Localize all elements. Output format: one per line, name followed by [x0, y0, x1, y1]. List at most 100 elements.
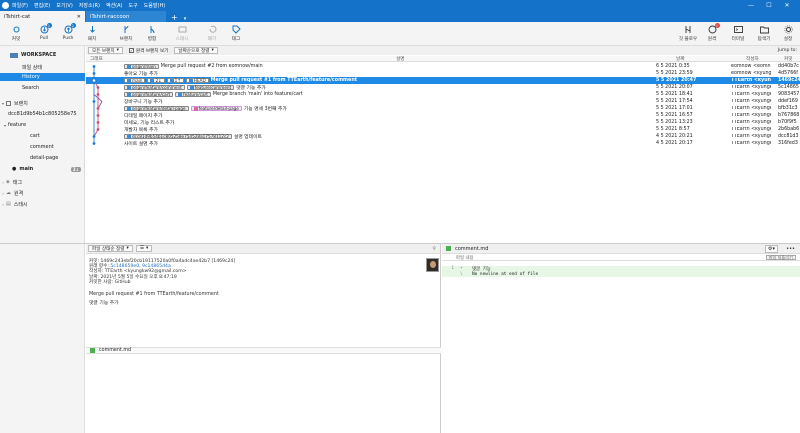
graph-commit-dot[interactable] — [96, 121, 100, 124]
search-icon[interactable]: ⚲ — [432, 246, 436, 252]
diff-line[interactable]: \ No newline at end of file — [442, 271, 800, 277]
branch-ref-label[interactable]: 2↓ — [147, 77, 165, 84]
branch-ref-label[interactable]: main — [124, 77, 146, 84]
terminal-button[interactable]: 터미널 — [726, 25, 750, 42]
commit-row[interactable]: 디테일 페이지 추가 5 5 2021 16:57 TTEarth <kyungkw… — [86, 112, 800, 119]
graph-commit-dot[interactable] — [92, 72, 96, 75]
remote-button[interactable]: ! 원격 — [700, 23, 724, 42]
commit-hash: b70f9f5 — [778, 120, 797, 125]
branch-ref-label[interactable]: origin/feature/cart — [124, 91, 174, 98]
sidebar-item-branch-detail-page[interactable]: detail-page — [0, 154, 85, 162]
maximize-icon[interactable]: ☐ — [760, 2, 778, 9]
workspace-label: WORKSPACE — [21, 52, 57, 58]
commit-row[interactable]: dcc81d9b54b1c805258e754528a17578112c2 설명 … — [86, 133, 800, 140]
commit-row[interactable]: main 2↓ 1↑ HEAD Merge pull request #1 from T… — [86, 77, 800, 84]
commit-row[interactable]: 개발자 목록 추가 5 5 2021 8:57 TTEarth <kyungkw 2b… — [86, 126, 800, 133]
file-sort-dropdown[interactable]: 파일 상태순 정렬 ▾ — [88, 245, 133, 252]
sidebar-stashes-header[interactable]: › ▤ 스태시 — [0, 200, 85, 208]
sidebar-item-branch-cart[interactable]: cart — [0, 132, 85, 140]
sidebar-item-history[interactable]: History — [0, 73, 85, 81]
commit-row[interactable]: 사이트 설명 추가 4 5 2021 20:17 TTEarth <kyungkw 3… — [86, 140, 800, 147]
branch-button[interactable]: 브랜치 — [112, 25, 140, 42]
sidebar-item-feature-folder[interactable]: ▾ feature — [0, 121, 85, 129]
column-author[interactable]: 작성자 — [746, 56, 759, 62]
branch-ref-label[interactable]: origin/main — [124, 63, 159, 70]
column-graph[interactable]: 그래프 — [90, 56, 103, 62]
graph-commit-dot[interactable] — [92, 65, 96, 68]
git-flow-button[interactable]: 깃 플로우 — [676, 25, 700, 42]
commit-author: TTEarth <kyungkw — [731, 106, 771, 111]
commit-row[interactable]: 장바구니 기능 추가 5 5 2021 17:54 TTEarth <kyungkw… — [86, 98, 800, 105]
branch-filter-dropdown[interactable]: 모든 브랜치 ▾ — [88, 47, 123, 54]
graph-commit-dot[interactable] — [92, 135, 96, 138]
ref-name: HEAD — [193, 78, 206, 83]
commit-row[interactable]: origin/feature/cart feature/cart Merge bra… — [86, 91, 800, 98]
fetch-button[interactable]: 패치 — [78, 25, 106, 42]
commit-row[interactable]: origin/feature/comment feature/comment 댓글 … — [86, 84, 800, 91]
sidebar-item-file-status[interactable]: 파일 상태 — [0, 63, 85, 71]
menu-tools[interactable]: 도구 — [129, 2, 138, 9]
menu-help[interactable]: 도움말(H) — [144, 2, 165, 9]
tag-button[interactable]: 태그 — [222, 25, 250, 42]
stash-button[interactable]: 스태시 — [168, 25, 196, 42]
menu-view[interactable]: 보기(V) — [56, 2, 73, 9]
branch-ref-label[interactable]: feature/detail-page — [190, 105, 242, 112]
branch-ref-label[interactable]: origin/feature/detail-page — [124, 105, 189, 112]
column-commit[interactable]: 커밋 — [784, 56, 792, 62]
commit-row[interactable]: origin/feature/detail-page feature/detail… — [86, 105, 800, 112]
more-options-icon[interactable]: ••• — [786, 246, 795, 252]
sidebar-item-label: 파일 상태 — [22, 64, 42, 71]
graph-commit-dot[interactable] — [92, 142, 96, 145]
explorer-button[interactable]: 탐색기 — [752, 25, 776, 42]
sidebar-remotes-header[interactable]: › ☁ 원격 — [0, 189, 85, 197]
graph-commit-dot[interactable] — [96, 114, 100, 117]
commit-row[interactable]: 미세요, 기능 리스트 추가 5 5 2021 13:23 TTEarth <kyu… — [86, 119, 800, 126]
show-remote-checkbox[interactable]: ✓ 원격 브랜치 보기 — [126, 47, 172, 54]
graph-commit-dot[interactable] — [96, 86, 100, 89]
revert-file-button[interactable]: 파일 되돌리기 — [765, 255, 796, 260]
menu-edit[interactable]: 편집(E) — [34, 2, 50, 9]
commit-row[interactable]: origin/main Merge pull request #2 from eo… — [86, 63, 800, 70]
changed-file-row[interactable]: comment.md — [86, 347, 441, 354]
sidebar-item-search[interactable]: Search — [0, 84, 85, 92]
branch-ref-label[interactable]: origin/feature/comment — [124, 84, 185, 91]
view-mode-dropdown[interactable]: ☰ ▾ — [135, 245, 153, 252]
menu-repository[interactable]: 저장소(R) — [79, 2, 100, 9]
commit-button[interactable]: 커밋 — [2, 25, 30, 42]
branch-ref-label[interactable]: feature/cart — [175, 91, 211, 98]
graph-commit-dot[interactable] — [92, 100, 96, 103]
branch-ref-label[interactable]: feature/comment — [186, 84, 235, 91]
column-description[interactable]: 설명 — [396, 56, 404, 62]
gear-icon[interactable]: ⚙▾ — [765, 244, 778, 253]
graph-commit-dot[interactable] — [91, 78, 97, 83]
tab-iTshirt-raccoon[interactable]: iTshirt-raccoon — [86, 11, 166, 22]
merge-button[interactable]: 병합 — [138, 25, 166, 42]
column-date[interactable]: 날짜 — [676, 56, 684, 62]
ref-name: 2↓ — [155, 78, 162, 83]
tab-iTshirt-cat[interactable]: iTshirt-cat ✕ — [0, 11, 85, 22]
graph-commit-dot[interactable] — [96, 93, 100, 96]
tab-close-icon[interactable]: ✕ — [77, 14, 81, 20]
minimize-icon[interactable]: — — [742, 2, 760, 9]
menu-actions[interactable]: 액션(A) — [106, 2, 123, 9]
close-icon[interactable]: ✕ — [778, 2, 796, 9]
sidebar-item-branch-dcc81d[interactable]: dcc81d9b54b1c805258e75 — [0, 110, 85, 118]
toolbar-button-label: 패치 — [87, 37, 97, 42]
sidebar-tags-header[interactable]: › ◈ 태그 — [0, 178, 85, 186]
sidebar-item-branch-main[interactable]: ● main 2↓ — [0, 165, 85, 173]
sort-order-dropdown[interactable]: 날짜순으로 정렬 ▾ — [174, 47, 218, 54]
terminal-icon — [733, 25, 743, 34]
sidebar-item-branch-comment[interactable]: comment — [0, 143, 85, 151]
graph-commit-dot[interactable] — [96, 128, 100, 131]
settings-button[interactable]: 설정 — [776, 25, 800, 42]
branch-ref-label[interactable]: HEAD — [185, 77, 209, 84]
commit-row[interactable]: 좋아요 기능 추가 5 5 2021 23:59 eomnow <kyungkw 4d… — [86, 70, 800, 77]
graph-commit-dot[interactable] — [96, 107, 100, 110]
sidebar-branches-header[interactable]: ▾ 브랜치 — [0, 99, 85, 107]
menu-file[interactable]: 파일(F) — [12, 2, 28, 9]
branch-ref-label[interactable]: dcc81d9b54b1c805258e754528a17578112c2 — [124, 133, 232, 140]
add-tab-icon[interactable]: + — [171, 13, 178, 22]
branch-ref-label[interactable]: 1↑ — [166, 77, 184, 84]
jump-to-label[interactable]: Jump to: — [778, 48, 797, 53]
sidebar-workspace-header[interactable]: WORKSPACE — [0, 51, 85, 59]
